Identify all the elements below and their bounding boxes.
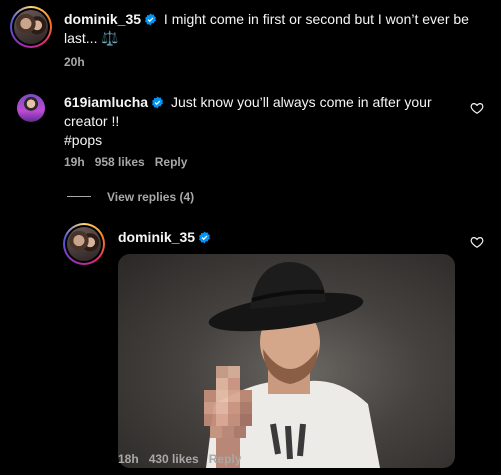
post-author-avatar[interactable] [10, 6, 52, 48]
commenter-avatar[interactable] [17, 94, 45, 122]
comment-text-line2: creator !! [64, 113, 120, 129]
reply-media-video[interactable] [118, 254, 455, 468]
comment-hashtag[interactable]: #pops [64, 132, 102, 148]
reply-reply-button[interactable]: Reply [209, 452, 242, 466]
comment-likes-count[interactable]: 958 likes [95, 155, 145, 169]
reply-meta: 18h 430 likes Reply [118, 452, 251, 466]
comment-timestamp: 19h [64, 155, 85, 169]
comment-meta: 19h 958 likes Reply [64, 155, 197, 169]
verified-badge-icon [145, 13, 156, 26]
post-username[interactable]: dominik_35 [64, 11, 141, 27]
cowboy-gif-image [204, 262, 380, 468]
comment-username[interactable]: 619iamlucha [64, 94, 148, 110]
reply-timestamp: 18h [118, 452, 139, 466]
reply-author-avatar[interactable] [63, 223, 105, 265]
comment-text-line1: Just know you’ll always come in after yo… [170, 94, 432, 110]
verified-badge-icon [199, 231, 210, 244]
reply-likes-count[interactable]: 430 likes [149, 452, 199, 466]
comment-body: 619iamlucha Just know you’ll always come… [64, 93, 444, 150]
post-timestamp: 20h [64, 55, 85, 69]
reply-header: dominik_35 [118, 229, 211, 247]
reply-username[interactable]: dominik_35 [118, 229, 195, 245]
view-replies-button[interactable]: View replies (4) [107, 190, 194, 204]
reply-like-heart-icon[interactable] [470, 235, 484, 249]
verified-badge-icon [152, 96, 163, 109]
view-replies-divider [67, 196, 91, 197]
comment-reply-button[interactable]: Reply [155, 155, 188, 169]
post-caption: dominik_35 I might come in first or seco… [64, 10, 494, 48]
comment-like-heart-icon[interactable] [470, 101, 484, 115]
